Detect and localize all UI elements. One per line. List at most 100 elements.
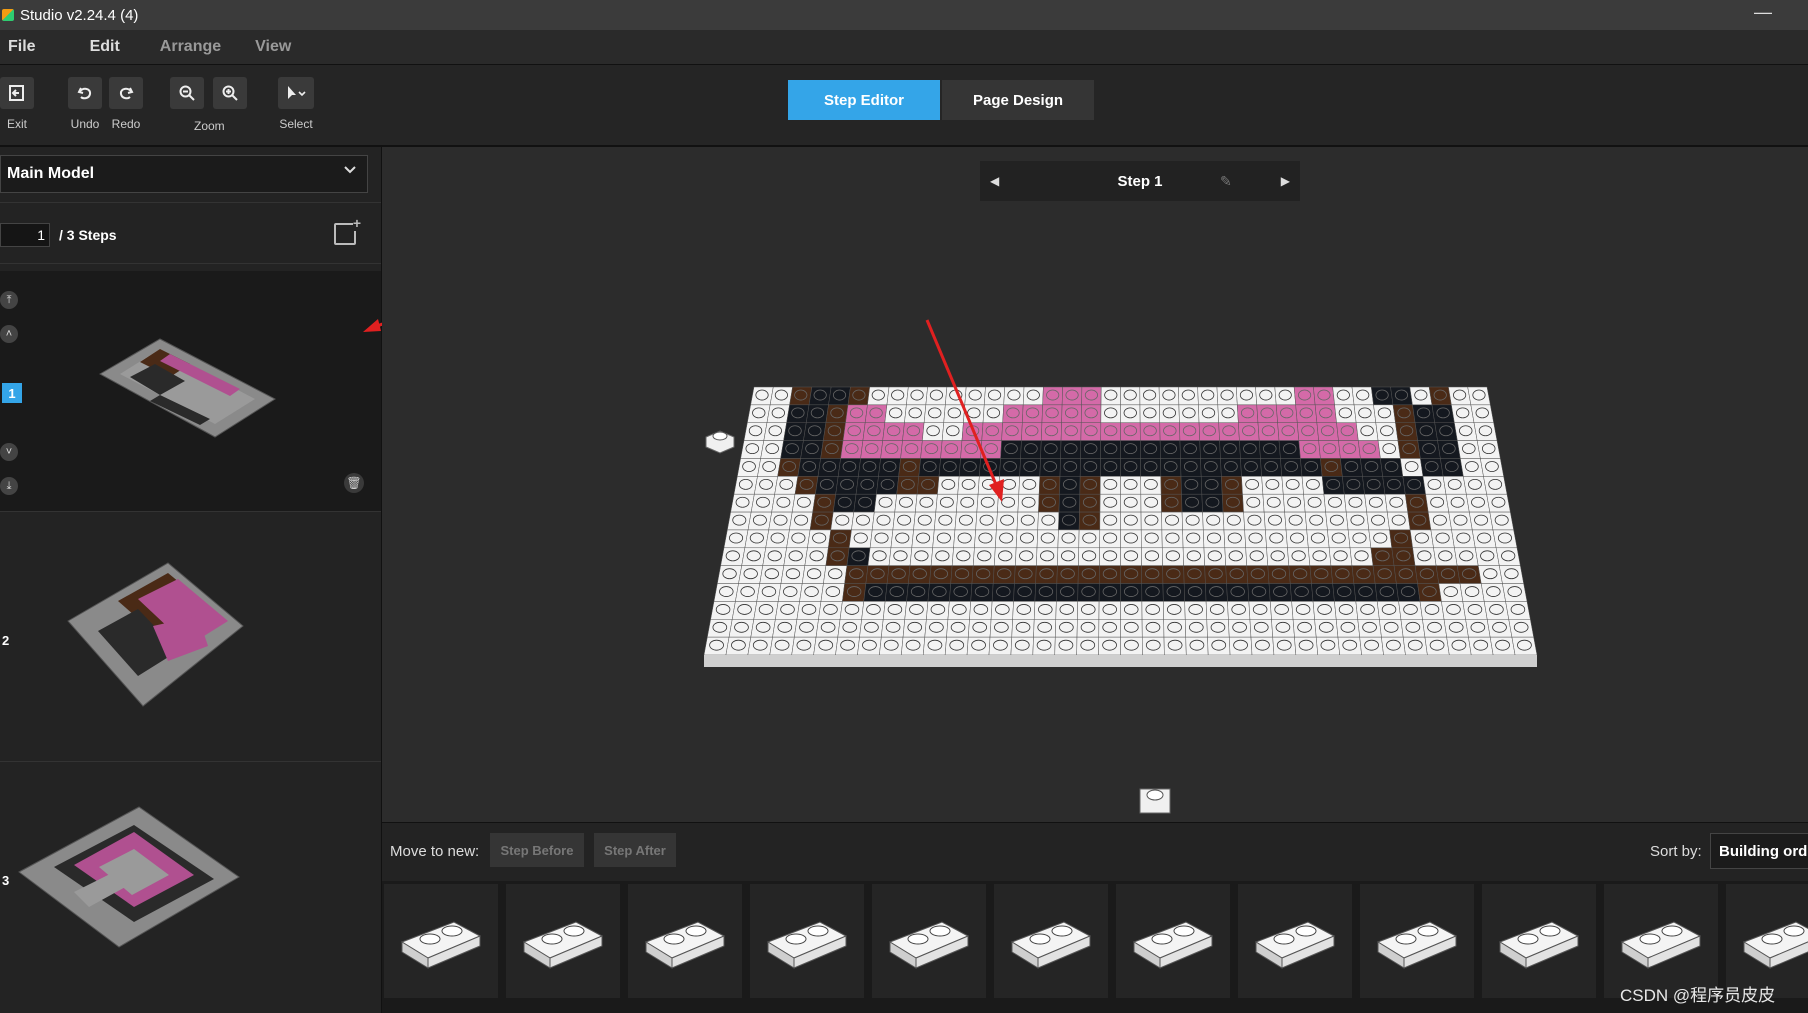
brick-stud (1264, 461, 1278, 472)
select-arrow-icon[interactable] (278, 77, 314, 109)
brick-stud (819, 478, 834, 490)
brick-stud (820, 621, 836, 633)
brick-stud (1184, 478, 1199, 490)
brick-stud (1459, 550, 1474, 562)
brick-stud (1269, 532, 1284, 544)
part-tile[interactable] (872, 884, 986, 998)
brick-stud (1245, 478, 1260, 490)
brick-stud (1124, 621, 1139, 633)
brick-stud (1342, 639, 1358, 651)
move-top-icon[interactable]: ⤒ (0, 291, 18, 309)
model-dropdown-value: Main Model (7, 165, 95, 182)
brick-stud (1340, 621, 1356, 633)
brick-stud (806, 568, 822, 580)
brick-stud (902, 461, 917, 472)
brick-stud (1143, 425, 1157, 437)
zoom-in-icon[interactable] (213, 77, 247, 109)
step-item-3[interactable]: 3 (0, 761, 381, 1013)
step-editor-tab[interactable]: Step Editor (788, 80, 940, 120)
undo-icon[interactable] (68, 77, 102, 109)
delete-step-icon[interactable]: 🗑 (344, 473, 364, 493)
select-tool[interactable]: Select (278, 77, 314, 131)
menu-edit[interactable]: Edit (90, 38, 120, 56)
zoom-out-tool[interactable] (170, 77, 204, 109)
brick-stud (876, 514, 891, 526)
brick-stud (1281, 425, 1295, 437)
redo-tool[interactable]: Redo (109, 77, 143, 131)
step-after-button[interactable]: Step After (594, 833, 676, 867)
brick-stud (1166, 586, 1181, 597)
brick-stud (1040, 532, 1055, 544)
part-tile[interactable] (506, 884, 620, 998)
brick-stud (1377, 407, 1392, 419)
undo-tool[interactable]: Undo (68, 77, 102, 131)
part-tile[interactable] (1238, 884, 1352, 998)
brick-stud (1336, 389, 1350, 401)
parts-list (382, 881, 1808, 1013)
brick-stud (788, 425, 802, 437)
zoom-out-icon[interactable] (170, 77, 204, 109)
brick-stud (1243, 443, 1257, 455)
zoom-in-tool[interactable] (213, 77, 247, 109)
exit-tool[interactable]: Exit (0, 77, 34, 131)
add-step-icon[interactable] (334, 215, 361, 245)
part-tile[interactable] (1360, 884, 1474, 998)
part-tile[interactable] (994, 884, 1108, 998)
brick-stud (1329, 514, 1344, 526)
brick-stud (715, 604, 731, 615)
part-tile[interactable] (628, 884, 742, 998)
menu-view[interactable]: View (255, 38, 291, 56)
brick-stud (1021, 496, 1036, 508)
brick-stud (862, 461, 877, 472)
brick-stud (1103, 461, 1118, 472)
menu-arrange[interactable]: Arrange (160, 38, 221, 56)
mode-switch: Step Editor Page Design (788, 80, 1094, 120)
brick-stud (743, 568, 758, 580)
part-tile[interactable] (750, 884, 864, 998)
brick-stud (891, 389, 905, 401)
brick-stud (774, 639, 790, 651)
menu-file[interactable]: File (8, 38, 36, 56)
brick-stud (979, 514, 994, 526)
model-dropdown[interactable]: Main Model (0, 155, 368, 193)
brick-stud (851, 550, 866, 562)
brick-stud (1165, 550, 1180, 562)
brick-stud (1475, 407, 1489, 419)
redo-icon[interactable] (109, 77, 143, 109)
brick-stud (1299, 407, 1313, 419)
minimize-button[interactable]: — (1754, 2, 1772, 23)
brick-stud (1317, 389, 1331, 401)
brick-stud (1400, 586, 1416, 597)
part-tile[interactable] (1482, 884, 1596, 998)
brick-stud (782, 461, 796, 472)
brick-stud (1314, 568, 1329, 580)
step-before-button[interactable]: Step Before (490, 833, 584, 867)
part-tile[interactable] (1116, 884, 1230, 998)
step-item-1[interactable]: ⤒ ˄ 1 ˅ ⤓ 🗑 (0, 271, 381, 512)
page-design-tab[interactable]: Page Design (942, 80, 1094, 120)
brick-stud (746, 550, 761, 562)
step-item-2[interactable]: 2 (0, 511, 381, 762)
brick-stud (1419, 425, 1433, 437)
brick-stud (1430, 496, 1445, 508)
build-canvas[interactable]: ◀ Step 1 ✎ ▶ (382, 147, 1808, 822)
brick-stud (998, 550, 1013, 562)
brick-stud (1206, 532, 1222, 544)
brick-stud (1058, 639, 1074, 651)
brick-stud (1348, 496, 1363, 508)
brick-stud (1407, 639, 1423, 651)
current-step-input[interactable] (0, 223, 50, 247)
move-up-icon[interactable]: ˄ (0, 325, 18, 343)
exit-icon[interactable] (0, 77, 34, 109)
brick-stud (871, 389, 885, 401)
brick-stud (1015, 621, 1031, 633)
sort-by-label: Sort by: (1650, 843, 1702, 860)
part-tile[interactable] (384, 884, 498, 998)
move-bottom-icon[interactable]: ⤓ (0, 477, 18, 495)
move-down-icon[interactable]: ˅ (0, 443, 18, 461)
brick-stud (1164, 496, 1179, 508)
brick-stud (1043, 461, 1058, 472)
brick-stud (722, 568, 737, 580)
sort-dropdown[interactable]: Building orde (1710, 833, 1808, 869)
brick-stud (912, 568, 927, 580)
